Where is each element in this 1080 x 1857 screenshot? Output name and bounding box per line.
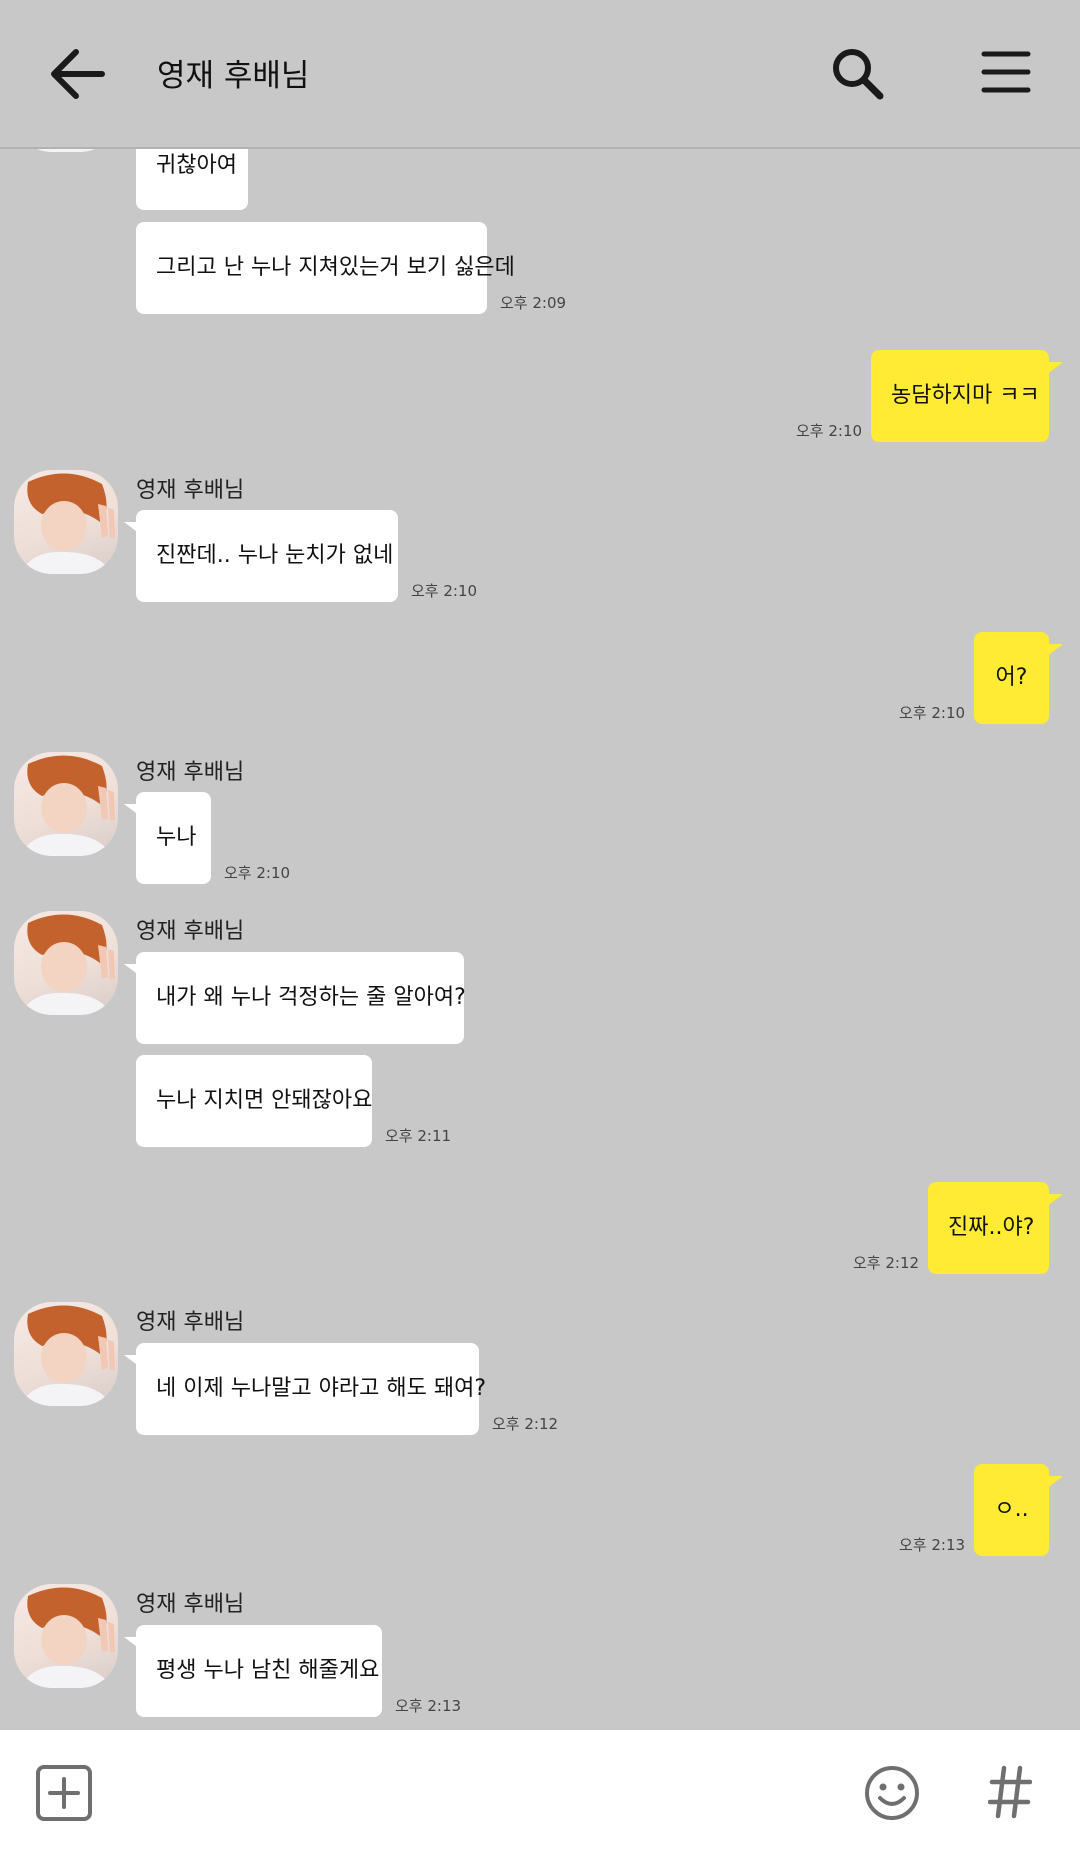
message-time: 오후 2:13 bbox=[395, 1697, 462, 1715]
avatar-photo bbox=[20, 914, 115, 1015]
arrow-left-icon bbox=[51, 49, 105, 99]
sender-name: 영재 후배님 bbox=[136, 760, 245, 785]
message-text: 누나 bbox=[156, 825, 197, 850]
message-bubble[interactable]: 누나 bbox=[124, 792, 211, 884]
message-time: 오후 2:09 bbox=[500, 294, 567, 312]
message-bubble[interactable]: 진짠데.. 누나 눈치가 없네 bbox=[124, 510, 398, 602]
message-text: 진짠데.. 누나 눈치가 없네 bbox=[156, 543, 394, 568]
avatar-photo bbox=[20, 755, 115, 856]
message-text: 누나 지치면 안돼잖아요 bbox=[156, 1088, 373, 1113]
smiley-icon bbox=[865, 1766, 919, 1820]
message-time: 오후 2:10 bbox=[796, 422, 863, 440]
sender-name: 영재 후배님 bbox=[136, 1310, 245, 1335]
message-text: 귀찮아여 bbox=[156, 153, 237, 178]
chat-area[interactable]: 귀찮아여 그리고 난 누나 지쳐있는거 보기 싫은데 오후 2:09 농담하지마… bbox=[0, 0, 1080, 1730]
sender-name: 영재 후배님 bbox=[136, 478, 245, 503]
message-text: 어? bbox=[995, 665, 1028, 690]
message-time: 오후 2:10 bbox=[411, 582, 478, 600]
message-bubble[interactable]: 누나 지치면 안돼잖아요 bbox=[136, 1055, 372, 1147]
search-icon bbox=[833, 49, 884, 100]
emoji-button[interactable] bbox=[863, 1764, 921, 1822]
avatar[interactable] bbox=[14, 1584, 118, 1688]
message-text: 네 이제 누나말고 야라고 해도 돼여? bbox=[156, 1376, 487, 1401]
sender-name: 영재 후배님 bbox=[136, 919, 245, 944]
hash-icon bbox=[987, 1765, 1033, 1819]
avatar-photo bbox=[20, 1305, 115, 1406]
search-button[interactable] bbox=[828, 46, 890, 102]
message-text: 내가 왜 누나 걱정하는 줄 알아여? bbox=[156, 985, 466, 1010]
attach-button[interactable] bbox=[35, 1764, 93, 1822]
plus-square-icon bbox=[36, 1765, 92, 1821]
message-time: 오후 2:12 bbox=[853, 1254, 920, 1272]
message-bubble[interactable]: 평생 누나 남친 해줄게요 bbox=[124, 1625, 382, 1717]
avatar[interactable] bbox=[14, 911, 118, 1015]
avatar[interactable] bbox=[14, 470, 118, 574]
message-text: 그리고 난 누나 지쳐있는거 보기 싫은데 bbox=[156, 255, 515, 280]
sender-name: 영재 후배님 bbox=[136, 1592, 245, 1617]
avatar[interactable] bbox=[14, 1302, 118, 1406]
message-bubble[interactable]: 어? bbox=[974, 632, 1063, 724]
input-bar bbox=[0, 1730, 1080, 1857]
message-time: 오후 2:10 bbox=[224, 864, 291, 882]
message-time: 오후 2:10 bbox=[899, 704, 966, 722]
chat-header: 영재 후배님 bbox=[0, 0, 1080, 149]
message-text: 평생 누나 남친 해줄게요 bbox=[156, 1658, 380, 1683]
message-bubble[interactable]: 농담하지마 ㅋㅋ bbox=[871, 350, 1063, 442]
message-bubble[interactable]: 네 이제 누나말고 야라고 해도 돼여? bbox=[124, 1343, 486, 1435]
message-bubble[interactable]: 그리고 난 누나 지쳐있는거 보기 싫은데 bbox=[136, 222, 515, 314]
message-bubble[interactable]: 내가 왜 누나 걱정하는 줄 알아여? bbox=[124, 952, 466, 1044]
avatar-photo bbox=[20, 1587, 115, 1688]
message-text: 진짜..야? bbox=[948, 1215, 1035, 1240]
message-text: 농담하지마 ㅋㅋ bbox=[891, 383, 1040, 408]
menu-button[interactable] bbox=[980, 48, 1032, 96]
page-title: 영재 후배님 bbox=[157, 58, 310, 94]
avatar[interactable] bbox=[14, 752, 118, 856]
message-bubble[interactable]: 진짜..야? bbox=[928, 1182, 1063, 1274]
hamburger-menu-icon bbox=[981, 51, 1031, 93]
hashtag-button[interactable] bbox=[987, 1764, 1033, 1820]
message-time: 오후 2:11 bbox=[385, 1127, 452, 1145]
message-time: 오후 2:13 bbox=[899, 1536, 966, 1554]
message-bubble[interactable]: ㅇ.. bbox=[974, 1464, 1063, 1556]
message-time: 오후 2:12 bbox=[492, 1415, 559, 1433]
avatar-photo bbox=[20, 473, 115, 574]
back-button[interactable] bbox=[46, 46, 106, 102]
message-text: ㅇ.. bbox=[994, 1497, 1029, 1522]
